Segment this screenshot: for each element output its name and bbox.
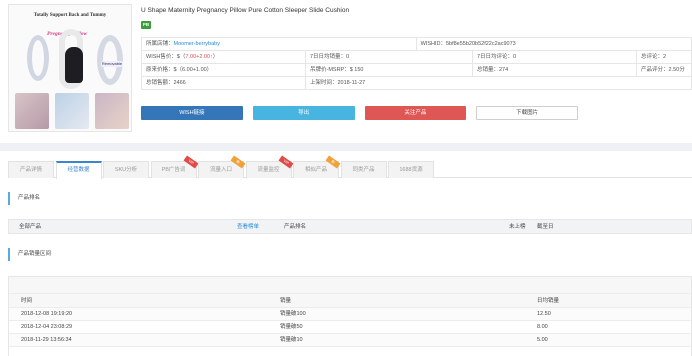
tab-bar: 产品详情 经营数据 SKU分析 PB广告词 VIP 流量入口新 流量监控 VIP 相…: [8, 155, 692, 179]
tab-label: 产品详情: [19, 167, 42, 173]
image-photo: [15, 93, 49, 129]
product-rank-label: 产品排名: [284, 224, 307, 230]
store-label: 所属店铺：: [146, 41, 174, 47]
tab-traffic-entry[interactable]: 流量入口新: [198, 155, 246, 178]
tab-same-category[interactable]: 同类产品: [340, 161, 387, 178]
vip-ribbon: VIP: [278, 155, 293, 169]
tab-label: 经营数据: [67, 167, 90, 173]
table-header: 时间 销量 日均销量: [9, 294, 691, 308]
total-sales: 总销量：274: [473, 64, 637, 76]
tab-product-details[interactable]: 产品详情: [8, 161, 54, 178]
tab-operating-data[interactable]: 经营数据: [55, 161, 102, 179]
table-row: 2018-12-04 23:08:29 销量破50 8.00: [9, 321, 691, 334]
image-photo: [95, 93, 129, 129]
store-link[interactable]: Moomer-berrybaby: [174, 41, 220, 47]
info-row: 所属店铺：Moomer-berrybaby WISHID：5bf8e55b20b…: [141, 38, 692, 51]
store-cell: 所属店铺：Moomer-berrybaby: [141, 38, 417, 50]
tab-pb-keywords[interactable]: PB广告词 VIP: [150, 155, 198, 178]
row-daily: 8.00: [537, 324, 548, 330]
reviews-7d: 7日日均评论：0: [473, 51, 637, 63]
tab-similar-products[interactable]: 相似产品新: [293, 155, 341, 178]
info-row: WISH售价：$（7.00+2.00↑） 7日日均销量：0 7日日均评论：0 总…: [141, 51, 692, 64]
wish-link-button[interactable]: WISH链接: [141, 106, 243, 120]
sales-table: 时间 销量 日均销量 2018-12-08 19:19:20 销量破100 12…: [8, 276, 692, 356]
tab-1688-source[interactable]: 1688货源: [388, 161, 434, 178]
col-daily: 日均销量: [537, 298, 560, 304]
pillow-shape: [97, 35, 123, 85]
row-daily: 12.50: [537, 311, 551, 317]
row-time: 2018-11-29 13:56:34: [21, 337, 72, 343]
row-volume: 销量破100: [280, 311, 306, 317]
price-value: 7.00+2.00: [185, 54, 211, 60]
view-ranks-link[interactable]: 查看榜单: [237, 220, 259, 234]
tab-label: 流量入口: [209, 167, 232, 173]
tab-label: 同类产品: [352, 167, 375, 173]
col-time: 时间: [21, 298, 33, 304]
product-info-table: 所属店铺：Moomer-berrybaby WISHID：5bf8e55b20b…: [141, 37, 692, 90]
product-image[interactable]: Totally Support Back and Tummy Pregnancy…: [8, 4, 132, 132]
as-of-label: 截至日: [537, 224, 554, 230]
original-price: 原来价格：$（6.00+1.00）: [141, 64, 306, 76]
table-row: 2018-11-29 13:56:34 销量破10 5.00: [9, 334, 691, 347]
tab-label: 相似产品: [304, 167, 327, 173]
model-figure: [65, 47, 83, 83]
new-ribbon: 新: [325, 155, 341, 169]
row-time: 2018-12-04 23:08:29: [21, 324, 73, 330]
tab-label: 流量监控: [257, 167, 280, 173]
row-volume: 销量破10: [280, 337, 303, 343]
export-button[interactable]: 导出: [252, 106, 355, 120]
total-revenue: 总销售额：2466: [141, 77, 306, 89]
tab-sku-analysis[interactable]: SKU分析: [103, 161, 149, 178]
wish-id: WISHID：5bf8e55b20b52f22c2ac9073: [417, 38, 692, 50]
product-header: Totally Support Back and Tummy Pregnancy…: [0, 0, 692, 140]
pb-badge: PB: [141, 21, 151, 29]
price-cell: WISH售价：$（7.00+2.00↑）: [141, 51, 306, 63]
ranking-bar: 全部产品 查看榜单 产品排名 未上榜 截至日: [8, 219, 692, 234]
product-title: U Shape Maternity Pregnancy Pillow Pure …: [141, 7, 350, 14]
price-end: ）: [212, 54, 219, 60]
all-products-label: 全部产品: [19, 224, 42, 230]
table-toolbar: [9, 277, 691, 294]
price-label: WISH售价：$（: [146, 54, 186, 60]
row-time: 2018-12-08 19:19:20: [21, 311, 73, 317]
tab-traffic-monitor[interactable]: 流量监控 VIP: [245, 155, 293, 178]
info-row: 总销售额：2466 上架时间：2018-11-27: [141, 77, 692, 90]
image-badge: Removable: [101, 61, 123, 67]
not-ranked-value: 未上榜: [509, 224, 526, 230]
tab-label: PB广告词: [161, 167, 186, 173]
total-reviews: 总评论：2: [637, 51, 692, 63]
tab-label: SKU分析: [114, 167, 138, 173]
listed-time: 上架时间：2018-11-27: [306, 77, 692, 89]
image-caption: Totally Support Back and Tummy: [33, 13, 107, 18]
pillow-shape: [27, 35, 49, 81]
download-images-button[interactable]: 下载图片: [476, 106, 578, 120]
info-row: 原来价格：$（6.00+1.00） 吊牌价-MSRP：$ 150 总销量：274…: [141, 64, 692, 77]
col-volume: 销量: [280, 298, 292, 304]
follow-product-button[interactable]: 关注产品: [364, 106, 467, 120]
image-photo: [55, 93, 89, 129]
row-daily: 5.00: [537, 337, 548, 343]
action-buttons: WISH链接 导出 关注产品 下载图片: [141, 106, 578, 120]
table-row: 2018-12-08 19:19:20 销量破100 12.50: [9, 308, 691, 321]
section-divider: [0, 143, 692, 151]
row-volume: 销量破50: [280, 324, 303, 330]
sales-7d: 7日日均销量：0: [306, 51, 473, 63]
msrp: 吊牌价-MSRP：$ 150: [306, 64, 473, 76]
new-ribbon: 新: [230, 155, 246, 169]
tab-label: 1688货源: [399, 167, 423, 173]
section-title-sales-range: 产品销量区间: [8, 248, 692, 261]
rating: 产品评分：2.50分: [637, 64, 692, 76]
section-title-ranking: 产品排名: [8, 192, 692, 205]
